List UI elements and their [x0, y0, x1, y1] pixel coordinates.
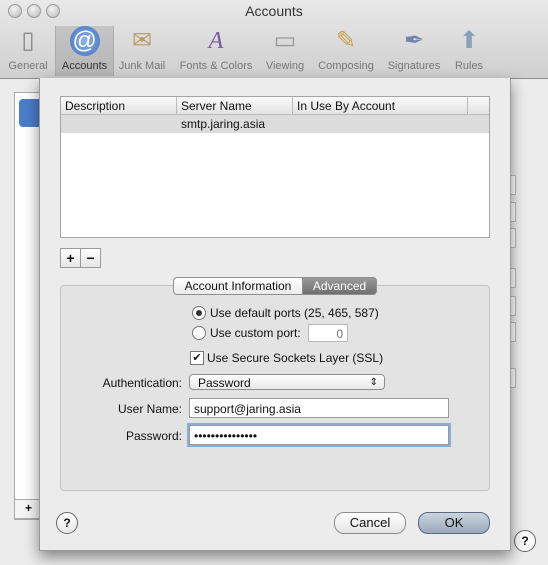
toolbar-junk-mail-label: Junk Mail: [118, 60, 166, 72]
ssl-checkbox[interactable]: ✔: [190, 351, 204, 365]
fonts-colors-icon: A: [208, 28, 224, 54]
accounts-window: Accounts ▯ General @ Accounts ✉ Junk Mai…: [0, 0, 548, 565]
signatures-icon: ✒: [403, 27, 425, 54]
smtp-server-table: Description Server Name In Use By Accoun…: [60, 96, 490, 238]
viewing-icon: ▭: [273, 27, 297, 54]
toolbar-viewing-label: Viewing: [265, 60, 305, 72]
toolbar-fonts-colors[interactable]: A Fonts & Colors: [174, 26, 258, 76]
toolbar-general-label: General: [8, 60, 48, 72]
toolbar-signatures-label: Signatures: [387, 60, 441, 72]
user-name-field[interactable]: support@jaring.asia: [189, 398, 449, 418]
authentication-label: Authentication:: [102, 376, 182, 390]
toolbar-accounts-label: Accounts: [61, 60, 108, 72]
background-help-button[interactable]: ?: [514, 530, 536, 552]
toolbar-fonts-colors-label: Fonts & Colors: [179, 60, 253, 72]
default-ports-radio[interactable]: [192, 306, 206, 320]
smtp-server-sheet: Description Server Name In Use By Accoun…: [39, 78, 511, 551]
column-divider: [176, 97, 177, 114]
toolbar-rules-label: Rules: [454, 60, 484, 72]
custom-port-label: Use custom port:: [210, 326, 301, 340]
column-divider: [467, 97, 468, 114]
toolbar-accounts[interactable]: @ Accounts: [55, 26, 114, 76]
title-bar: Accounts ▯ General @ Accounts ✉ Junk Mai…: [0, 0, 548, 79]
password-field[interactable]: •••••••••••••••: [189, 425, 449, 445]
table-row[interactable]: smtp.jaring.asia: [61, 115, 489, 133]
ssl-label: Use Secure Sockets Layer (SSL): [207, 351, 384, 365]
ok-button[interactable]: OK: [418, 512, 490, 534]
column-in-use-by-account[interactable]: In Use By Account: [297, 99, 395, 113]
toolbar-general[interactable]: ▯ General: [5, 26, 51, 76]
default-ports-label: Use default ports (25, 465, 587): [210, 306, 379, 320]
cell-server-name: smtp.jaring.asia: [181, 117, 266, 131]
custom-port-field[interactable]: 0: [308, 324, 348, 342]
password-label: Password:: [125, 429, 182, 443]
toolbar-rules[interactable]: ⬆ Rules: [450, 26, 488, 76]
tab-account-information[interactable]: Account Information: [173, 277, 303, 295]
custom-port-radio[interactable]: [192, 326, 206, 340]
column-server-name[interactable]: Server Name: [181, 99, 252, 113]
at-sign-icon: @: [69, 26, 100, 56]
remove-server-button[interactable]: −: [80, 248, 101, 268]
user-name-label: User Name:: [117, 402, 182, 416]
composing-icon: ✎: [335, 27, 357, 54]
window-title: Accounts: [245, 3, 303, 19]
junk-mail-icon: ✉: [131, 27, 153, 54]
toolbar-viewing[interactable]: ▭ Viewing: [262, 26, 308, 76]
general-switch-icon: ▯: [21, 27, 35, 54]
toolbar-junk-mail[interactable]: ✉ Junk Mail: [116, 26, 168, 76]
help-button[interactable]: ?: [56, 512, 78, 534]
toolbar-composing-label: Composing: [318, 60, 374, 72]
column-divider: [292, 97, 293, 114]
rules-icon: ⬆: [458, 27, 480, 54]
toolbar-signatures[interactable]: ✒ Signatures: [384, 26, 444, 76]
add-server-button[interactable]: +: [60, 248, 81, 268]
column-description[interactable]: Description: [65, 99, 125, 113]
authentication-value: Password: [198, 376, 251, 390]
add-account-label: +: [25, 501, 33, 515]
cancel-button[interactable]: Cancel: [334, 512, 406, 534]
chevron-up-down-icon: ⇕: [369, 377, 378, 388]
authentication-select[interactable]: Password ⇕: [189, 374, 385, 390]
toolbar-composing[interactable]: ✎ Composing: [314, 26, 378, 76]
tab-advanced[interactable]: Advanced: [302, 277, 377, 295]
table-header: Description Server Name In Use By Accoun…: [61, 97, 489, 115]
